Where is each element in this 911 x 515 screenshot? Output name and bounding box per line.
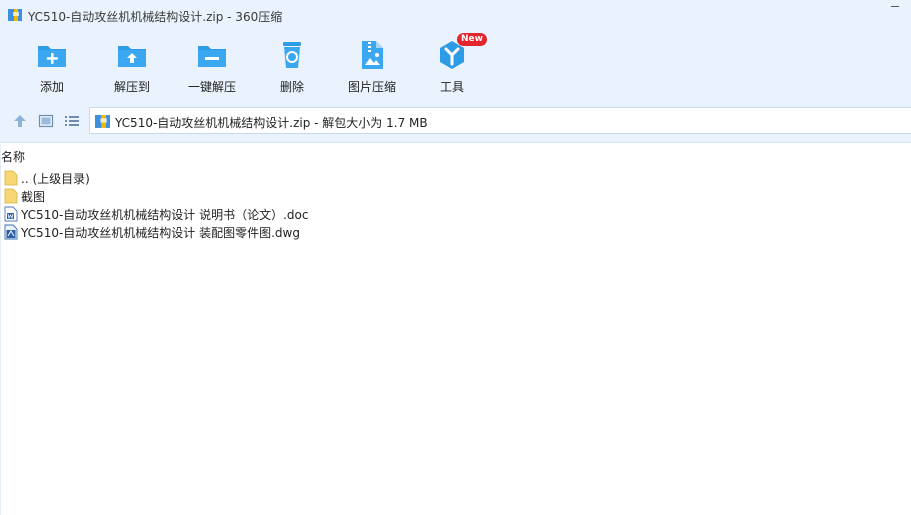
minimize-button[interactable] <box>891 6 899 7</box>
list-item[interactable]: YC510-自动攻丝机机械结构设计 装配图零件图.dwg <box>0 223 911 241</box>
column-name-header[interactable]: 名称 <box>1 148 25 165</box>
image-compress-label: 图片压缩 <box>347 80 396 94</box>
folder-icon <box>4 188 18 204</box>
word-doc-icon <box>4 206 18 222</box>
list-view-icon[interactable] <box>64 113 80 129</box>
delete-label: 删除 <box>279 80 304 94</box>
add-folder-icon <box>38 46 66 67</box>
list-item[interactable]: 截图 <box>0 187 911 205</box>
title-bar: YC510-自动攻丝机机械结构设计.zip - 360压缩 <box>0 0 911 30</box>
folder-icon <box>4 170 18 186</box>
toolbar: 添加 解压到 一键解压 删除 图片压缩 New 工具 <box>0 30 911 100</box>
file-name: 截图 <box>21 190 46 204</box>
column-header: 名称 <box>0 145 911 165</box>
add-label: 添加 <box>39 80 64 94</box>
thumbnail-view-icon[interactable] <box>38 113 54 129</box>
extract-to-label: 解压到 <box>113 80 150 94</box>
extract-to-icon <box>118 46 146 67</box>
dwg-file-icon <box>4 224 18 240</box>
recycle-bin-icon <box>283 42 301 68</box>
file-name: .. (上级目录) <box>21 172 90 186</box>
tools-label: 工具 <box>439 80 464 94</box>
file-name: YC510-自动攻丝机机械结构设计 装配图零件图.dwg <box>21 226 300 240</box>
address-text: YC510-自动攻丝机机械结构设计.zip - 解包大小为 1.7 MB <box>115 116 428 130</box>
file-name: YC510-自动攻丝机机械结构设计 说明书（论文）.doc <box>21 208 309 222</box>
one-click-extract-label: 一键解压 <box>187 80 236 94</box>
zip-app-icon <box>8 9 22 21</box>
delete-button[interactable]: 删除 <box>254 38 330 98</box>
image-compress-button[interactable]: 图片压缩 <box>334 38 410 98</box>
one-click-extract-icon <box>198 46 226 67</box>
one-click-extract-button[interactable]: 一键解压 <box>174 38 250 98</box>
app-window: YC510-自动攻丝机机械结构设计.zip - 360压缩 添加 解压到 一键解… <box>0 0 911 515</box>
address-bar[interactable]: YC510-自动攻丝机机械结构设计.zip - 解包大小为 1.7 MB <box>89 107 911 134</box>
window-title: YC510-自动攻丝机机械结构设计.zip - 360压缩 <box>28 10 283 24</box>
up-arrow-icon[interactable] <box>12 113 28 129</box>
add-button[interactable]: 添加 <box>14 38 90 98</box>
list-item[interactable]: .. (上级目录) <box>0 169 911 187</box>
file-list: .. (上级目录) 截图 YC510-自动攻丝机机械结构设计 说明书（论文）.d… <box>0 169 911 241</box>
extract-to-button[interactable]: 解压到 <box>94 38 170 98</box>
list-item[interactable]: YC510-自动攻丝机机械结构设计 说明书（论文）.doc <box>0 205 911 223</box>
navigation-bar: YC510-自动攻丝机机械结构设计.zip - 解包大小为 1.7 MB <box>0 100 911 143</box>
zip-file-icon <box>95 115 110 128</box>
image-compress-icon <box>362 41 383 69</box>
new-badge: New <box>457 33 487 46</box>
tools-button[interactable]: New 工具 <box>414 33 490 98</box>
